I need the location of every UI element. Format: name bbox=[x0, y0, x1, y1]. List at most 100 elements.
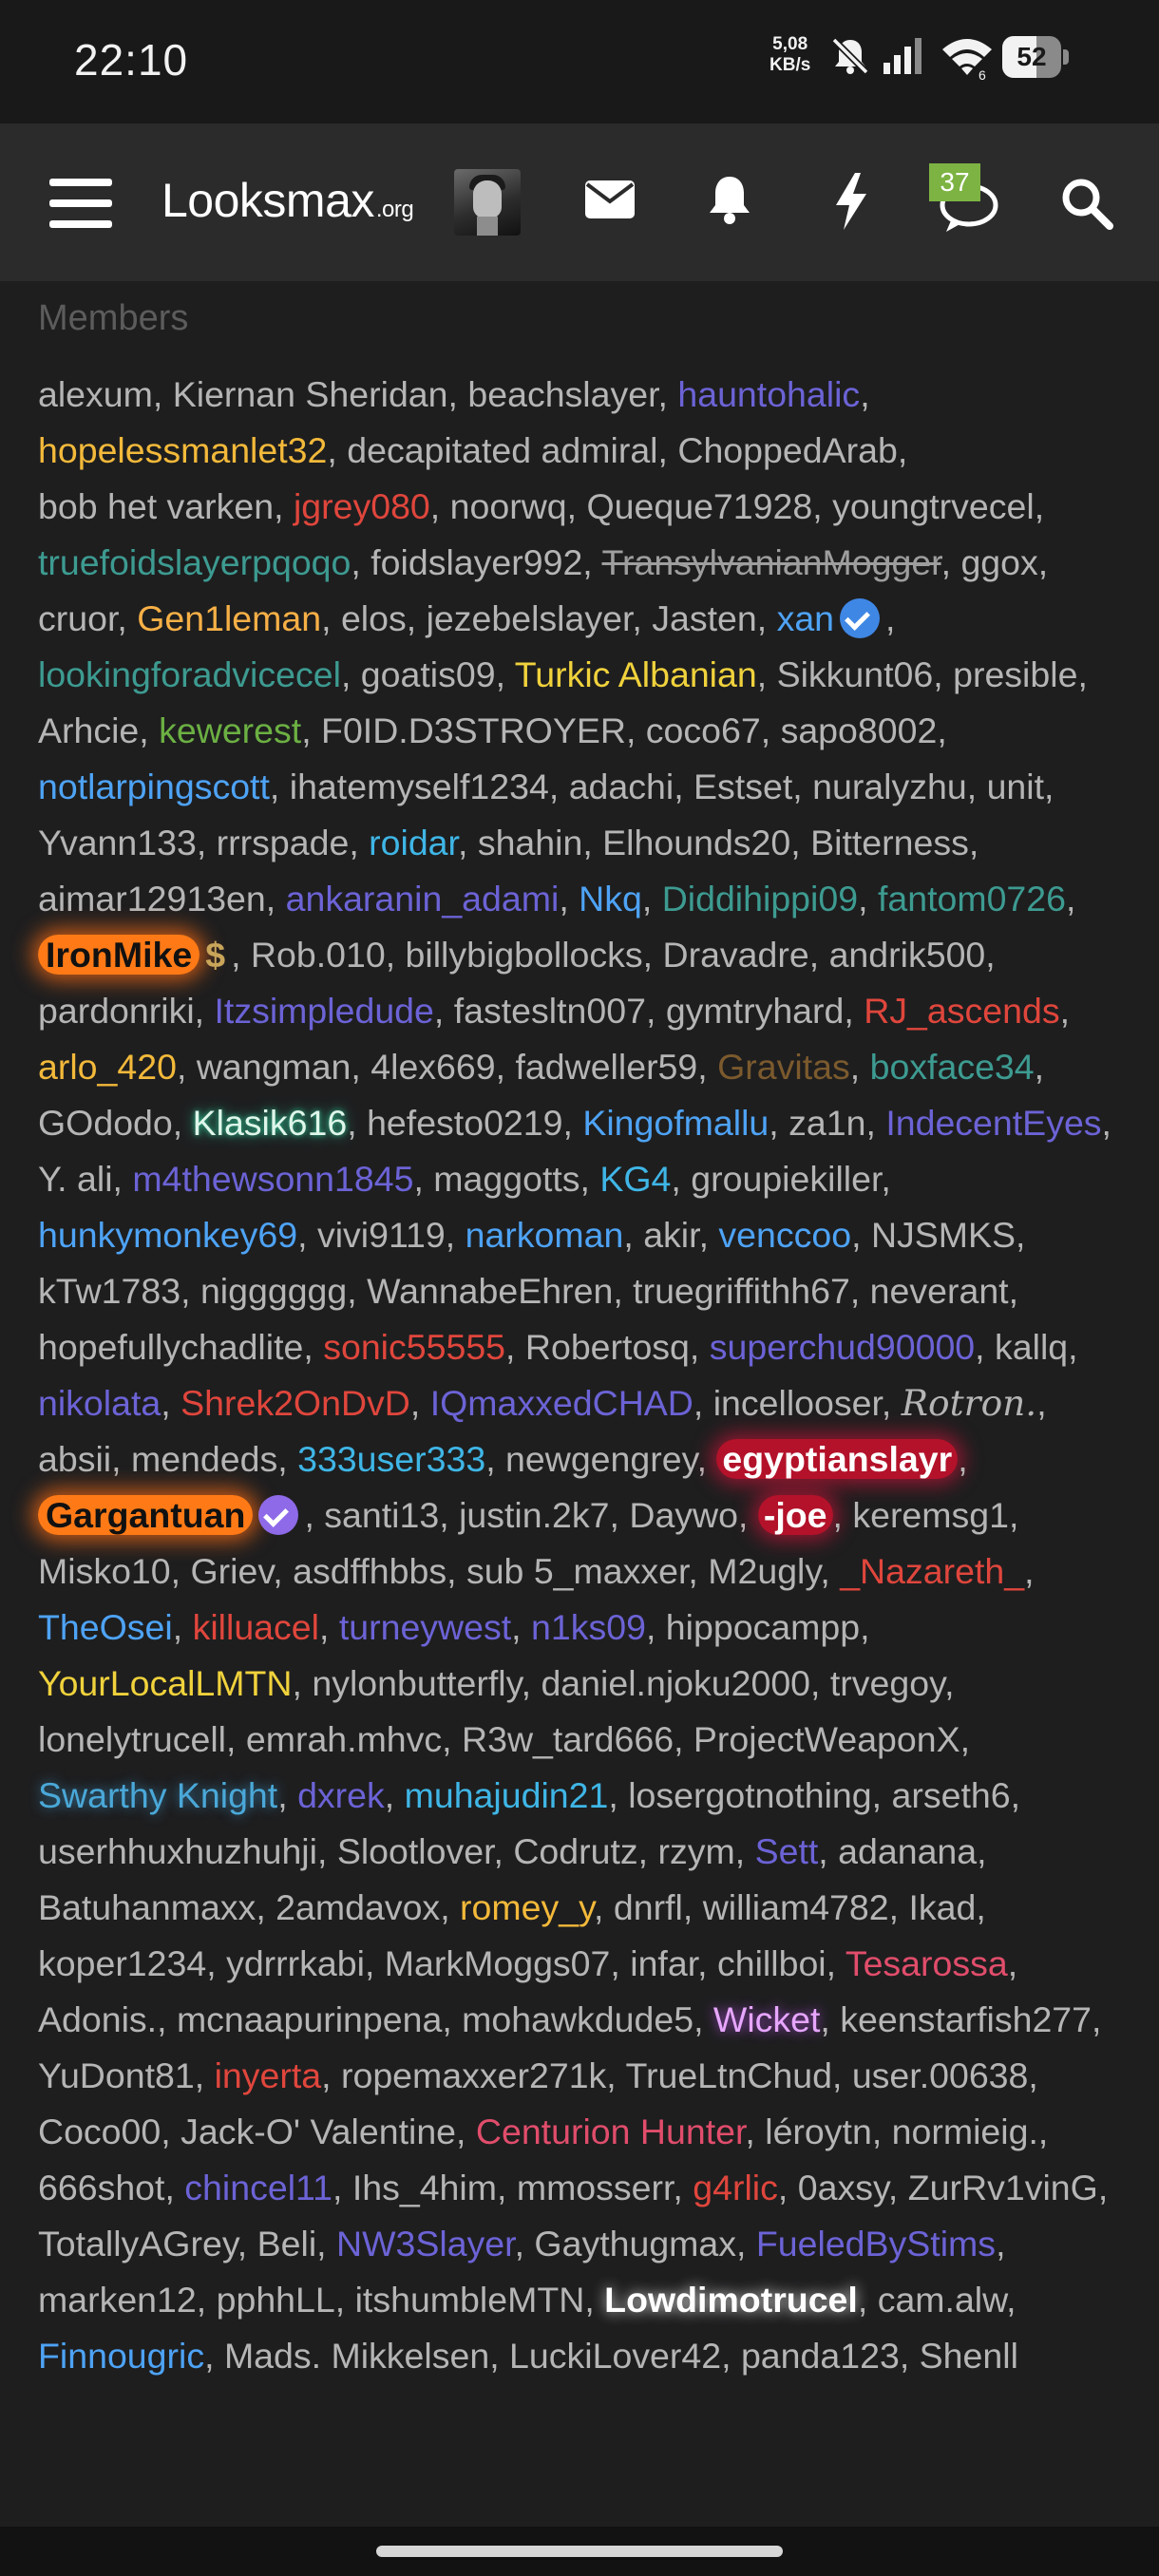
member-link[interactable]: LuckiLover42 bbox=[509, 2336, 721, 2376]
member-link[interactable]: nikolata bbox=[38, 1383, 161, 1423]
member-link[interactable]: justin.2k7 bbox=[459, 1495, 609, 1535]
member-name[interactable]: absii bbox=[38, 1439, 111, 1479]
member-name[interactable]: truegriffithh67 bbox=[633, 1271, 850, 1311]
member-link[interactable]: muhajudin21 bbox=[405, 1775, 609, 1815]
member-link[interactable]: Estset bbox=[694, 767, 792, 806]
member-link[interactable]: Griev bbox=[190, 1551, 273, 1591]
member-name[interactable]: Batuhanmaxx bbox=[38, 1887, 256, 1927]
lightning-icon[interactable] bbox=[834, 173, 868, 230]
member-link[interactable]: rzym bbox=[658, 1831, 735, 1871]
member-link[interactable]: ggox bbox=[960, 542, 1037, 582]
member-name[interactable]: Shenll bbox=[920, 2336, 1018, 2376]
member-link[interactable]: YuDont81 bbox=[38, 2055, 195, 2095]
member-link[interactable]: jgrey080 bbox=[294, 486, 430, 526]
member-link[interactable]: panda123 bbox=[741, 2336, 900, 2376]
member-name[interactable]: hauntohalic bbox=[677, 374, 860, 414]
member-name[interactable]: beachslayer bbox=[467, 374, 657, 414]
member-link[interactable]: vivi9119 bbox=[317, 1215, 446, 1255]
member-name[interactable]: andrik500 bbox=[829, 935, 986, 975]
member-link[interactable]: absii bbox=[38, 1439, 111, 1479]
member-name[interactable]: pphhLL bbox=[217, 2280, 335, 2320]
member-link[interactable]: g4rlic bbox=[693, 2168, 778, 2207]
member-link[interactable]: -joe bbox=[757, 1495, 833, 1535]
member-link[interactable]: Gravitas bbox=[717, 1047, 850, 1087]
member-link[interactable]: shahin bbox=[478, 823, 583, 862]
member-name[interactable]: elos bbox=[341, 598, 407, 638]
member-link[interactable]: Turkic Albanian bbox=[515, 654, 757, 694]
member-name[interactable]: g4rlic bbox=[693, 2168, 778, 2207]
member-link[interactable]: Jack-O' Valentine bbox=[180, 2112, 456, 2151]
member-link[interactable]: M2ugly bbox=[708, 1551, 820, 1591]
member-link[interactable]: Codrutz bbox=[513, 1831, 637, 1871]
member-name[interactable]: groupiekiller bbox=[691, 1159, 881, 1199]
member-link[interactable]: Rotron. bbox=[902, 1382, 1036, 1424]
member-link[interactable]: Ikad bbox=[908, 1887, 976, 1927]
member-name[interactable]: ZurRv1vinG bbox=[908, 2168, 1098, 2207]
member-link[interactable]: marken12 bbox=[38, 2280, 197, 2320]
member-name[interactable]: Griev bbox=[190, 1551, 273, 1591]
member-name[interactable]: neverant bbox=[870, 1271, 1009, 1311]
member-link[interactable]: Nkq bbox=[579, 879, 642, 919]
member-link[interactable]: Queque71928 bbox=[586, 486, 812, 526]
member-name[interactable]: Turkic Albanian bbox=[515, 654, 757, 694]
member-link[interactable]: Beli bbox=[257, 2224, 317, 2263]
member-link[interactable]: neverant bbox=[870, 1271, 1009, 1311]
member-link[interactable]: andrik500 bbox=[829, 935, 986, 975]
member-name[interactable]: ropemaxxer271k bbox=[341, 2055, 606, 2095]
member-link[interactable]: ihatemyself1234 bbox=[290, 767, 549, 806]
member-link[interactable]: Shrek2OnDvD bbox=[180, 1383, 410, 1423]
member-name[interactable]: Rob.010 bbox=[251, 935, 386, 975]
member-link[interactable]: TheOsei bbox=[38, 1607, 173, 1647]
member-name[interactable]: Daywo bbox=[629, 1495, 738, 1535]
member-name[interactable]: Elhounds20 bbox=[602, 823, 790, 862]
member-link[interactable]: killuacel bbox=[193, 1607, 319, 1647]
member-name[interactable]: TheOsei bbox=[38, 1607, 173, 1647]
member-name[interactable]: goatis09 bbox=[361, 654, 496, 694]
member-name[interactable]: santi13 bbox=[324, 1495, 439, 1535]
member-link[interactable]: noorwq bbox=[450, 486, 567, 526]
member-name[interactable]: dnrfl bbox=[614, 1887, 683, 1927]
member-name[interactable]: keremsg1 bbox=[852, 1495, 1009, 1535]
member-name[interactable]: Estset bbox=[694, 767, 792, 806]
member-link[interactable]: rrrspade bbox=[217, 823, 350, 862]
member-link[interactable]: william4782 bbox=[703, 1887, 889, 1927]
member-link[interactable]: alexum bbox=[38, 374, 153, 414]
member-name[interactable]: Sikkunt06 bbox=[777, 654, 934, 694]
member-name[interactable]: narkoman bbox=[466, 1215, 624, 1255]
member-link[interactable]: GOdodo bbox=[38, 1103, 173, 1143]
member-link[interactable]: truefoidslayerpqoqo bbox=[38, 542, 351, 582]
member-name[interactable]: Misko10 bbox=[38, 1551, 171, 1591]
member-link[interactable]: billybigbollocks bbox=[406, 935, 643, 975]
member-name[interactable]: m4thewsonn1845 bbox=[132, 1159, 413, 1199]
member-link[interactable]: keenstarfish277 bbox=[840, 1999, 1092, 2039]
member-link[interactable]: sapo8002 bbox=[781, 710, 938, 750]
member-name[interactable]: vivi9119 bbox=[317, 1215, 446, 1255]
member-name[interactable]: Klasik616 bbox=[193, 1103, 348, 1143]
member-link[interactable]: presible bbox=[953, 654, 1077, 694]
member-name[interactable]: youngtrvecel bbox=[832, 486, 1035, 526]
member-link[interactable]: hippocampp bbox=[666, 1607, 860, 1647]
member-link[interactable]: chillboi bbox=[717, 1943, 826, 1983]
member-link[interactable]: Mads. Mikkelsen bbox=[224, 2336, 489, 2376]
member-name[interactable]: alexum bbox=[38, 374, 153, 414]
member-link[interactable]: losergotnothing bbox=[628, 1775, 871, 1815]
member-name[interactable]: koper1234 bbox=[38, 1943, 206, 1983]
member-link[interactable]: keremsg1 bbox=[852, 1495, 1009, 1535]
member-name[interactable]: LuckiLover42 bbox=[509, 2336, 721, 2376]
member-link[interactable]: Tesarossa bbox=[846, 1943, 1008, 1983]
member-link[interactable]: truegriffithh67 bbox=[633, 1271, 850, 1311]
member-name[interactable]: Tesarossa bbox=[846, 1943, 1008, 1983]
member-name[interactable]: decapitated admiral bbox=[347, 430, 657, 470]
member-name[interactable]: YourLocalLMTN bbox=[38, 1663, 293, 1703]
member-link[interactable]: léroytn bbox=[765, 2112, 872, 2151]
member-link[interactable]: ProjectWeaponX bbox=[694, 1719, 960, 1759]
member-link[interactable]: IndecentEyes bbox=[885, 1103, 1101, 1143]
member-link[interactable]: hefesto0219 bbox=[367, 1103, 562, 1143]
member-link[interactable]: Sett bbox=[755, 1831, 819, 1871]
home-handle[interactable] bbox=[376, 2546, 783, 2557]
member-name[interactable]: nylonbutterfly bbox=[312, 1663, 521, 1703]
member-name[interactable]: _Nazareth_ bbox=[840, 1551, 1024, 1591]
member-name[interactable]: kallq bbox=[995, 1327, 1068, 1367]
menu-icon[interactable] bbox=[49, 177, 112, 230]
member-link[interactable]: arlo_420 bbox=[38, 1047, 177, 1087]
